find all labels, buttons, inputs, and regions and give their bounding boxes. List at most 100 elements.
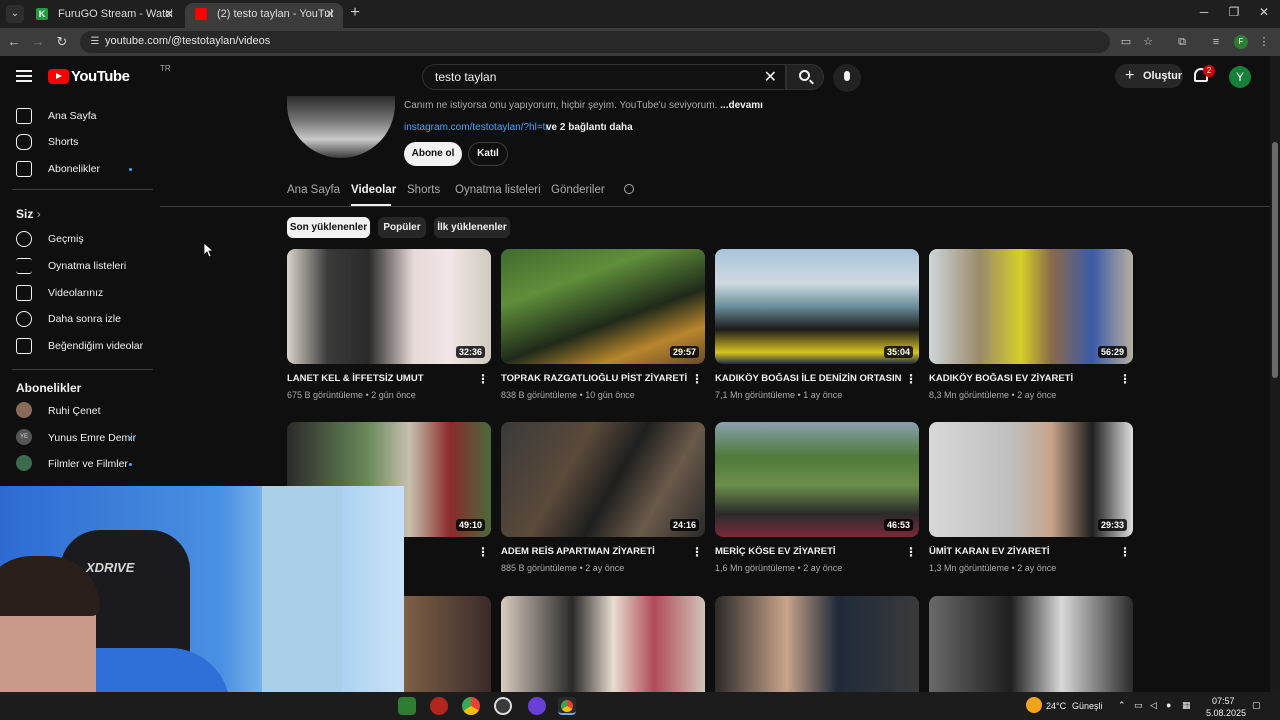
discord-icon[interactable] <box>528 697 546 715</box>
forward-icon[interactable]: → <box>30 34 46 50</box>
channel-description[interactable]: Canım ne istiyorsa onu yapıyorum, hiçbir… <box>404 100 763 111</box>
site-info-icon[interactable]: ☰ <box>88 35 102 49</box>
tray-chevron-icon[interactable]: ⌃ <box>1118 700 1126 711</box>
browser-tab-youtube[interactable]: (2) testo taylan - YouTube ✕ <box>185 3 343 28</box>
chrome-menu-icon[interactable]: ⋮ <box>1256 34 1272 50</box>
tab-posts[interactable]: Gönderiler <box>551 184 605 196</box>
channel-search-icon[interactable] <box>624 184 634 194</box>
notification-center-icon[interactable]: ▢ <box>1252 700 1261 711</box>
cast-icon[interactable]: ▭ <box>1118 34 1134 50</box>
subscribe-button[interactable]: Abone ol <box>404 142 462 166</box>
video-thumbnail[interactable]: 35:04 <box>715 249 919 364</box>
voice-search-button[interactable] <box>833 64 861 92</box>
video-title[interactable]: TOPRAK RAZGATLIOĞLU PİST ZİYARETİ <box>501 373 687 384</box>
keyboard-icon[interactable]: ▦ <box>1182 700 1191 711</box>
clear-search-icon[interactable]: ✕ <box>764 67 777 87</box>
sidebar-subscription[interactable]: YE Yunus Emre Demir <box>0 425 160 451</box>
sidebar-item-liked-videos[interactable]: Beğendiğim videolar <box>0 333 160 359</box>
video-title[interactable]: KADIKÖY BOĞASI İLE DENİZİN ORTASINDA <box>715 373 901 384</box>
you-section-heading[interactable]: Siz › <box>16 207 41 221</box>
account-avatar[interactable]: Y <box>1229 66 1251 88</box>
sidebar-subscription[interactable]: Filmler ve Filmler <box>0 451 160 477</box>
sidebar-item-watch-later[interactable]: Daha sonra izle <box>0 306 160 332</box>
video-thumbnail[interactable]: 46:53 <box>715 422 919 537</box>
video-menu-icon[interactable]: ⋮ <box>477 545 489 559</box>
close-tab-icon[interactable]: ✕ <box>164 3 174 25</box>
tab-playlists[interactable]: Oynatma listeleri <box>455 184 541 196</box>
chrome-icon[interactable] <box>462 697 480 715</box>
video-title[interactable]: ÜMİT KARAN EV ZİYARETİ <box>929 546 1115 557</box>
search-query[interactable]: testo taylan <box>435 70 496 84</box>
reload-icon[interactable]: ↻ <box>54 34 70 50</box>
weather-temp[interactable]: 24°C <box>1046 701 1066 711</box>
video-thumbnail[interactable]: 29:33 <box>929 422 1133 537</box>
chip-oldest[interactable]: İlk yüklenenler <box>434 217 510 238</box>
tab-videos[interactable]: Videolar <box>351 184 396 196</box>
video-menu-icon[interactable]: ⋮ <box>1119 372 1131 386</box>
sidebar-item-shorts[interactable]: Shorts <box>0 129 160 155</box>
join-button[interactable]: Katıl <box>468 142 508 166</box>
sidebar-item-your-videos[interactable]: Videolarınız <box>0 280 160 306</box>
minimize-icon[interactable]: ─ <box>1194 5 1214 19</box>
video-menu-icon[interactable]: ⋮ <box>905 372 917 386</box>
chip-popular[interactable]: Popüler <box>378 217 426 238</box>
address-bar[interactable]: ☰ youtube.com/@testotaylan/videos <box>80 31 1110 53</box>
close-window-icon[interactable]: ✕ <box>1254 5 1274 19</box>
search-button[interactable] <box>786 64 824 90</box>
tab-home[interactable]: Ana Sayfa <box>287 184 340 196</box>
clock-date[interactable]: 5.08.2025 <box>1206 708 1246 718</box>
video-menu-icon[interactable]: ⋮ <box>691 545 703 559</box>
media-icon[interactable]: ≡ <box>1208 34 1224 50</box>
video-thumbnail[interactable]: 24:16 <box>501 422 705 537</box>
sidebar-item-history[interactable]: Geçmiş <box>0 226 160 252</box>
video-menu-icon[interactable]: ⋮ <box>1119 545 1131 559</box>
video-thumbnail[interactable] <box>715 596 919 692</box>
menu-icon[interactable] <box>16 70 32 82</box>
app-icon[interactable] <box>430 697 448 715</box>
video-thumbnail[interactable] <box>501 596 705 692</box>
video-thumbnail[interactable]: 32:36 <box>287 249 491 364</box>
chip-latest[interactable]: Son yüklenenler <box>287 217 370 238</box>
extensions-icon[interactable]: ⧉ <box>1174 34 1190 50</box>
video-menu-icon[interactable]: ⋮ <box>905 545 917 559</box>
page-scrollbar[interactable] <box>1270 56 1280 692</box>
sidebar-item-home[interactable]: Ana Sayfa <box>0 103 160 129</box>
video-title[interactable]: MERİÇ KÖSE EV ZİYARETİ <box>715 546 901 557</box>
url-text[interactable]: youtube.com/@testotaylan/videos <box>105 35 270 47</box>
sidebar-item-subscriptions[interactable]: Abonelikler <box>0 156 160 182</box>
video-menu-icon[interactable]: ⋮ <box>691 372 703 386</box>
video-title[interactable]: LANET KEL & İFFETSİZ UMUT <box>287 373 473 384</box>
obs-icon[interactable] <box>494 697 512 715</box>
video-card[interactable] <box>929 596 1133 692</box>
more-link[interactable]: ...devamı <box>720 100 763 111</box>
video-title[interactable]: KADIKÖY BOĞASI EV ZİYARETİ <box>929 373 1115 384</box>
microphone-tray-icon[interactable]: ● <box>1166 700 1171 710</box>
sidebar-item-playlists[interactable]: Oynatma listeleri <box>0 253 160 279</box>
clock-time[interactable]: 07:57 <box>1212 696 1235 706</box>
more-links[interactable]: ve 2 bağlantı daha <box>546 122 633 133</box>
channel-avatar[interactable] <box>287 96 395 158</box>
profile-avatar[interactable]: F <box>1234 35 1248 49</box>
sidebar-subscription[interactable]: Ruhi Çenet <box>0 398 160 424</box>
video-title[interactable]: ADEM REİS APARTMAN ZİYARETİ <box>501 546 687 557</box>
create-button[interactable]: + Oluştur <box>1115 64 1183 88</box>
browser-tab-furugo[interactable]: K FuruGO Stream - Watch Live o ✕ <box>26 3 182 28</box>
restore-icon[interactable]: ❐ <box>1224 5 1244 19</box>
volume-icon[interactable]: ◁ <box>1150 700 1157 711</box>
video-menu-icon[interactable]: ⋮ <box>477 372 489 386</box>
video-thumbnail[interactable]: 29:57 <box>501 249 705 364</box>
bookmark-star-icon[interactable]: ☆ <box>1140 34 1156 50</box>
excel-icon[interactable] <box>398 697 416 715</box>
video-card[interactable] <box>715 596 919 692</box>
video-card[interactable] <box>501 596 705 692</box>
close-tab-icon[interactable]: ✕ <box>325 3 335 25</box>
video-thumbnail[interactable] <box>929 596 1133 692</box>
scrollbar-thumb[interactable] <box>1272 142 1278 378</box>
network-icon[interactable]: ▭ <box>1134 700 1143 711</box>
back-icon[interactable]: ← <box>6 34 22 50</box>
chrome-active-icon[interactable] <box>558 697 576 715</box>
weather-desc[interactable]: Güneşli <box>1072 701 1103 711</box>
tab-search-icon[interactable]: ⌄ <box>6 5 24 23</box>
channel-link[interactable]: instagram.com/testotaylan/?hl=tr <box>404 122 549 133</box>
weather-icon[interactable] <box>1026 697 1042 713</box>
